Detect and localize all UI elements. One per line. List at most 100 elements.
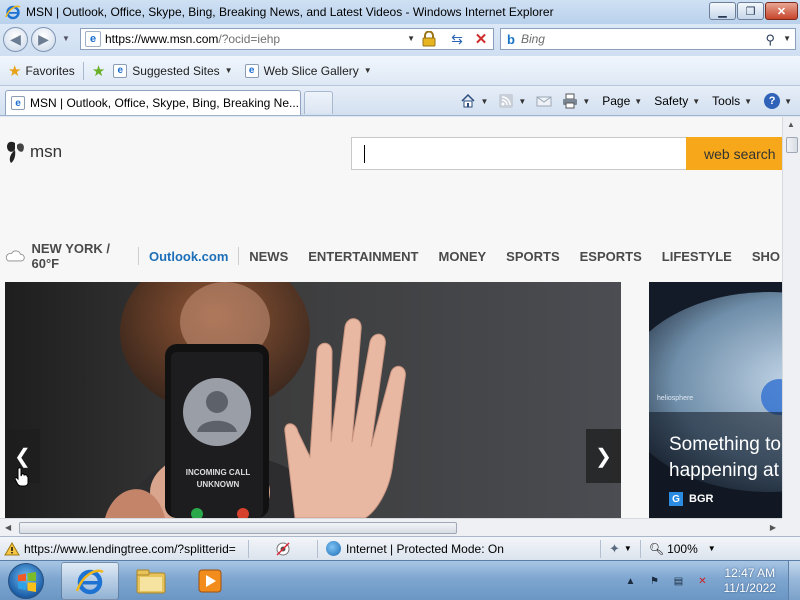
action-center-flag-icon[interactable]: ⚑: [646, 572, 664, 590]
source-name: BGR: [689, 493, 714, 505]
help-button[interactable]: ? ▼: [764, 93, 792, 109]
horizontal-scrollbar[interactable]: ◀ ▶: [0, 518, 782, 536]
show-desktop-button[interactable]: [788, 561, 800, 600]
security-zone-text[interactable]: Internet | Protected Mode: On: [346, 542, 596, 556]
chevron-down-icon: ▼: [363, 66, 372, 75]
tab-msn[interactable]: e MSN | Outlook, Office, Skype, Bing, Br…: [5, 90, 301, 115]
address-dropdown-icon[interactable]: ▼: [407, 34, 415, 43]
hand-cursor-icon: [15, 467, 29, 487]
search-options-dropdown-icon[interactable]: ▼: [783, 34, 791, 43]
weather-location[interactable]: NEW YORK / 60°F: [31, 241, 122, 271]
scrollbar-corner: [782, 518, 800, 536]
status-separator: [317, 539, 318, 558]
horizontal-scroll-thumb[interactable]: [19, 522, 457, 534]
chevron-down-icon: ▼: [634, 96, 643, 106]
vertical-scroll-thumb[interactable]: [786, 137, 798, 153]
show-hidden-icons-button[interactable]: ▲: [622, 572, 640, 590]
scroll-left-icon[interactable]: ◀: [5, 523, 11, 532]
zoom-level-button[interactable]: 🔍︎ 100% ▼: [649, 542, 716, 556]
tools-menu[interactable]: Tools ▼: [712, 94, 752, 108]
maximize-button[interactable]: ❐: [737, 2, 764, 20]
phone-text-line2: UNKNOWN: [197, 480, 240, 489]
chevron-down-icon: ▼: [692, 96, 701, 106]
internet-zone-globe-icon: [326, 541, 341, 556]
story-source: G BGR: [669, 492, 713, 506]
address-toolbar: ◀ ▶ ▼ e https://www.msn.com/?ocid=iehp ▼…: [0, 24, 800, 56]
nav-link-money[interactable]: MONEY: [439, 249, 487, 264]
web-slice-gallery-icon: e: [244, 63, 259, 78]
feeds-button[interactable]: ▼: [498, 93, 526, 109]
status-separator: [248, 539, 249, 558]
print-button[interactable]: ▼: [562, 93, 590, 109]
nav-separator: [138, 247, 139, 265]
scroll-right-icon[interactable]: ▶: [770, 523, 776, 532]
internet-explorer-icon: [75, 569, 104, 595]
read-mail-button[interactable]: [536, 93, 552, 109]
search-icon[interactable]: ⚲: [765, 32, 775, 48]
taskbar-internet-explorer[interactable]: [61, 562, 119, 600]
status-bar: https://www.lendingtree.com/?splitterid=…: [0, 536, 800, 560]
safety-menu[interactable]: Safety ▼: [654, 94, 700, 108]
start-button[interactable]: [8, 563, 44, 599]
nav-link-sports[interactable]: SPORTS: [506, 249, 559, 264]
chevron-down-icon: ▼: [480, 96, 489, 106]
network-icon[interactable]: ▤: [670, 572, 688, 590]
taskbar: ▲ ⚑ ▤ ✕ 12:47 AM 11/1/2022: [0, 560, 800, 600]
msn-logo[interactable]: msn: [5, 139, 62, 165]
search-box[interactable]: b Bing ⚲ ▼: [500, 28, 796, 50]
protected-mode-button[interactable]: ✦ ▼: [609, 541, 632, 557]
nav-link-entertainment[interactable]: ENTERTAINMENT: [308, 249, 418, 264]
new-tab-button[interactable]: [304, 91, 333, 114]
msn-search-input[interactable]: [351, 137, 687, 170]
phone-text-line1: INCOMING CALL: [186, 468, 251, 477]
title-bar: MSN | Outlook, Office, Skype, Bing, Brea…: [0, 0, 800, 24]
close-window-button[interactable]: ✕: [765, 2, 798, 20]
compatibility-refresh-button[interactable]: ⇆: [446, 28, 468, 50]
nav-link-lifestyle[interactable]: LIFESTYLE: [662, 249, 732, 264]
volume-muted-icon[interactable]: ✕: [694, 572, 712, 590]
hero-carousel-image[interactable]: INCOMING CALL UNKNOWN ❮ ❯: [5, 282, 621, 518]
side-story-card[interactable]: heliosphere Something to happening at G …: [649, 282, 782, 518]
nav-link-outlook[interactable]: Outlook.com: [149, 249, 228, 264]
tab-label: MSN | Outlook, Office, Skype, Bing, Brea…: [30, 96, 300, 110]
home-button[interactable]: ▼: [460, 93, 488, 109]
text-caret: [364, 145, 365, 163]
taskbar-windows-explorer[interactable]: [122, 562, 180, 600]
add-to-favorites-bar-icon[interactable]: ★: [92, 62, 105, 80]
vertical-scrollbar[interactable]: ▲: [782, 117, 800, 518]
web-slice-gallery-label: Web Slice Gallery: [263, 63, 359, 78]
address-url-host: https://www.msn.com: [105, 32, 219, 46]
taskbar-media-player[interactable]: [181, 562, 239, 600]
forward-button[interactable]: ▶: [31, 27, 56, 52]
cloudy-weather-icon: [5, 250, 25, 262]
search-placeholder: Bing: [520, 32, 545, 46]
bing-icon: b: [507, 31, 515, 47]
minimize-icon: ▁: [718, 5, 727, 18]
system-tray: ▲ ⚑ ▤ ✕ 12:47 AM 11/1/2022: [622, 561, 800, 600]
chevron-down-icon: ▼: [623, 544, 632, 553]
privacy-report-button[interactable]: [253, 541, 313, 557]
recent-pages-dropdown[interactable]: ▼: [62, 34, 70, 43]
nav-link-news[interactable]: NEWS: [249, 249, 288, 264]
media-player-icon: [198, 569, 222, 593]
scroll-up-icon[interactable]: ▲: [787, 120, 795, 129]
back-button[interactable]: ◀: [3, 27, 28, 52]
nav-link-shopping[interactable]: SHO: [752, 249, 780, 264]
page-menu[interactable]: Page ▼: [602, 94, 642, 108]
printer-icon: [563, 93, 578, 109]
clock-time: 12:47 AM: [724, 566, 776, 580]
web-search-button[interactable]: web search: [686, 137, 782, 170]
favorites-button[interactable]: ★ Favorites: [8, 62, 75, 80]
headline-line-2: happening at: [669, 460, 779, 481]
safety-menu-label: Safety: [654, 94, 689, 108]
security-lock-button[interactable]: [418, 28, 440, 50]
stop-button[interactable]: ✕: [470, 28, 492, 50]
nav-link-esports[interactable]: ESPORTS: [580, 249, 642, 264]
web-slice-gallery-button[interactable]: e Web Slice Gallery ▼: [244, 63, 372, 78]
clock-date: 11/1/2022: [723, 581, 777, 595]
chevron-down-icon: ▼: [744, 96, 753, 106]
suggested-sites-button[interactable]: e Suggested Sites ▼: [113, 63, 233, 78]
carousel-next-button[interactable]: ❯: [586, 429, 621, 483]
clock[interactable]: 12:47 AM 11/1/2022: [724, 566, 777, 596]
minimize-button[interactable]: ▁: [709, 2, 736, 20]
